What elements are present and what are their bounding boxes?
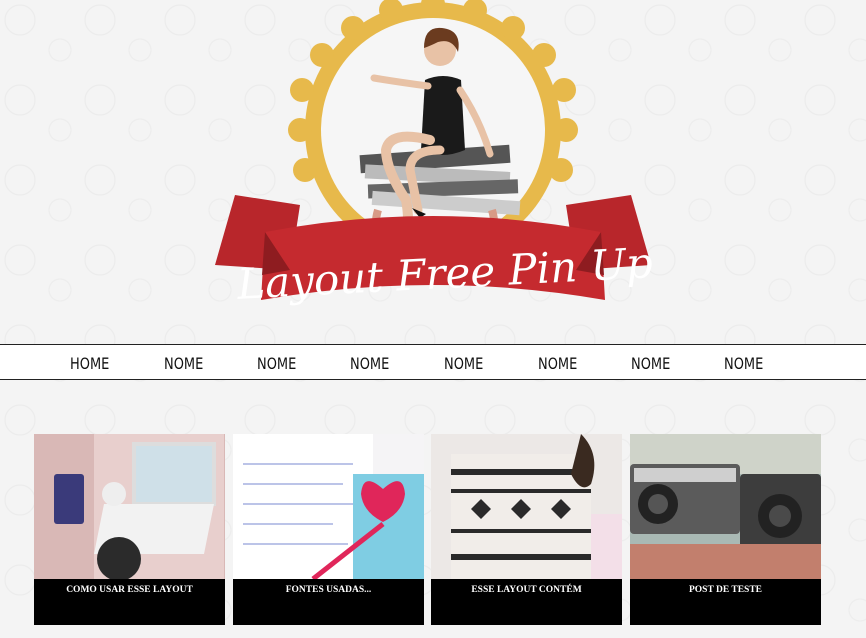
- post-title[interactable]: ESSE LAYOUT CONTÉM: [431, 579, 622, 595]
- main-navigation: HOME NOME NOME NOME NOME NOME NOME NOME: [0, 344, 866, 380]
- nav-item-7[interactable]: NOME: [724, 345, 763, 379]
- post-card[interactable]: POST DE TESTE: [630, 434, 821, 625]
- nav-home[interactable]: HOME: [70, 345, 109, 379]
- nav-item-2[interactable]: NOME: [257, 345, 296, 379]
- post-card[interactable]: FONTES USADAS...: [233, 434, 424, 625]
- post-title[interactable]: COMO USAR ESSE LAYOUT: [34, 579, 225, 595]
- post-title[interactable]: POST DE TESTE: [630, 579, 821, 595]
- post-thumbnail-notebook-icon: [233, 434, 424, 579]
- nav-item-3[interactable]: NOME: [350, 345, 389, 379]
- blog-logo[interactable]: Layout Free Pin Up: [0, 0, 866, 340]
- nav-item-4[interactable]: NOME: [444, 345, 483, 379]
- nav-item-6[interactable]: NOME: [631, 345, 670, 379]
- post-thumbnail-sweater-icon: [431, 434, 622, 579]
- nav-item-5[interactable]: NOME: [538, 345, 577, 379]
- header: Layout Free Pin Up: [0, 0, 866, 340]
- post-card[interactable]: COMO USAR ESSE LAYOUT: [34, 434, 225, 625]
- post-caption: FONTES USADAS...: [233, 579, 424, 625]
- post-caption: ESSE LAYOUT CONTÉM: [431, 579, 622, 625]
- nav-item-1[interactable]: NOME: [164, 345, 203, 379]
- post-card[interactable]: ESSE LAYOUT CONTÉM: [431, 434, 622, 625]
- post-title[interactable]: FONTES USADAS...: [233, 579, 424, 595]
- post-thumbnail-camera-icon: [630, 434, 821, 579]
- post-thumbnail-laptop-icon: [34, 434, 225, 579]
- post-caption: POST DE TESTE: [630, 579, 821, 625]
- post-caption: COMO USAR ESSE LAYOUT: [34, 579, 225, 625]
